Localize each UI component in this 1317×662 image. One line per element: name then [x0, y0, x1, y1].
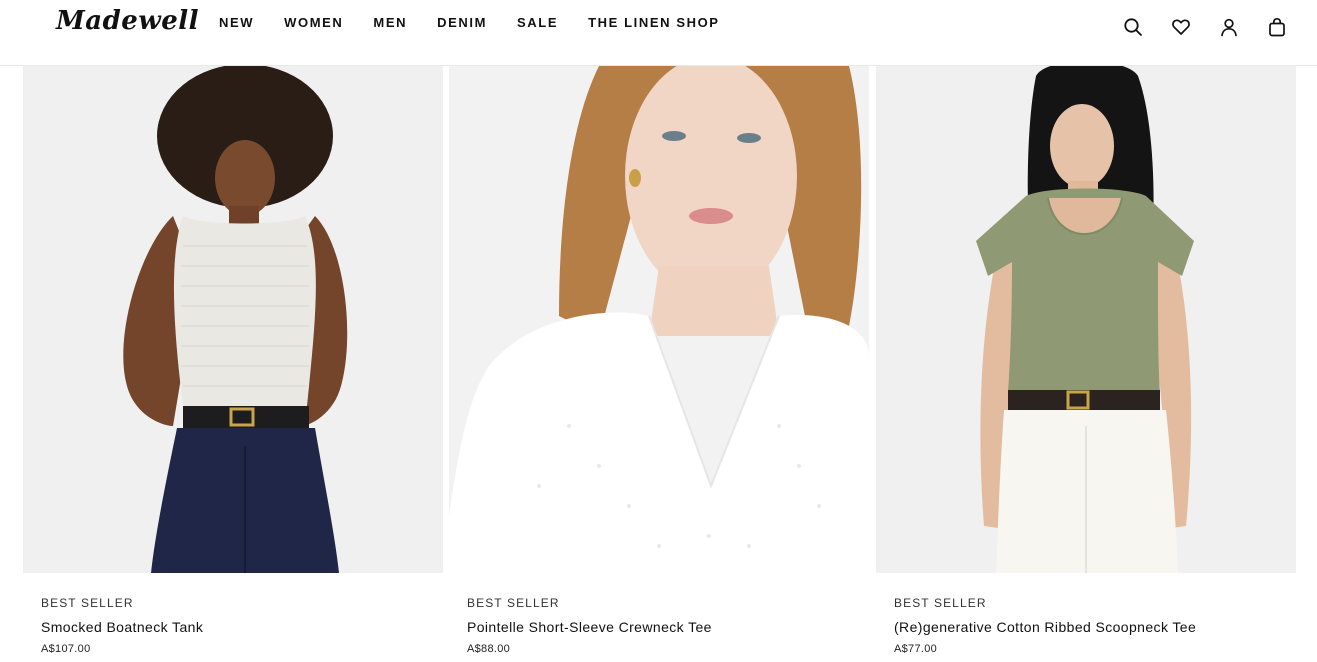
- product-info: BEST SELLER Smocked Boatneck Tank A$107.…: [41, 596, 431, 656]
- product-image[interactable]: [23, 66, 443, 573]
- product-price: A$77.00: [894, 643, 938, 655]
- product-info: BEST SELLER Pointelle Short-Sleeve Crewn…: [467, 596, 857, 656]
- search-icon[interactable]: [1122, 16, 1144, 38]
- product-card[interactable]: BEST SELLER (Re)generative Cotton Ribbed…: [876, 66, 1296, 662]
- product-name[interactable]: Smocked Boatneck Tank: [41, 618, 431, 636]
- product-badge: BEST SELLER: [467, 596, 560, 610]
- product-name[interactable]: Pointelle Short-Sleeve Crewneck Tee: [467, 618, 857, 636]
- product-grid: BEST SELLER Smocked Boatneck Tank A$107.…: [23, 66, 1296, 662]
- product-price: A$88.00: [467, 643, 511, 655]
- nav-item-men[interactable]: MEN: [373, 14, 407, 32]
- nav-item-denim[interactable]: DENIM: [437, 14, 487, 32]
- brand-logo[interactable]: Madewell: [56, 4, 199, 38]
- brand-logo-text[interactable]: Madewell: [56, 6, 199, 36]
- nav-item-women[interactable]: WOMEN: [284, 14, 343, 32]
- product-image-pointelle-tee: [449, 66, 869, 573]
- product-name[interactable]: (Re)generative Cotton Ribbed Scoopneck T…: [894, 618, 1284, 636]
- main-nav: NEW WOMEN MEN DENIM SALE THE LINEN SHOP: [219, 14, 750, 32]
- nav-item-sale[interactable]: SALE: [517, 14, 558, 32]
- product-badge: BEST SELLER: [894, 596, 987, 610]
- product-badge: BEST SELLER: [41, 596, 134, 610]
- product-info: BEST SELLER (Re)generative Cotton Ribbed…: [894, 596, 1284, 656]
- nav-item-linen-shop[interactable]: THE LINEN SHOP: [588, 14, 719, 32]
- product-image[interactable]: [449, 66, 869, 573]
- nav-item-new[interactable]: NEW: [219, 14, 254, 32]
- bag-icon[interactable]: [1266, 16, 1288, 38]
- product-card[interactable]: BEST SELLER Smocked Boatneck Tank A$107.…: [23, 66, 443, 662]
- product-image-ribbed-tee: [876, 66, 1296, 573]
- product-card[interactable]: BEST SELLER Pointelle Short-Sleeve Crewn…: [449, 66, 869, 662]
- heart-icon[interactable]: [1170, 16, 1192, 38]
- header-actions: [1122, 16, 1288, 38]
- product-image[interactable]: [876, 66, 1296, 573]
- account-icon[interactable]: [1218, 16, 1240, 38]
- product-image-smocked-tank: [23, 66, 443, 573]
- product-price: A$107.00: [41, 643, 91, 655]
- site-header: Madewell NEW WOMEN MEN DENIM SALE THE LI…: [0, 0, 1317, 66]
